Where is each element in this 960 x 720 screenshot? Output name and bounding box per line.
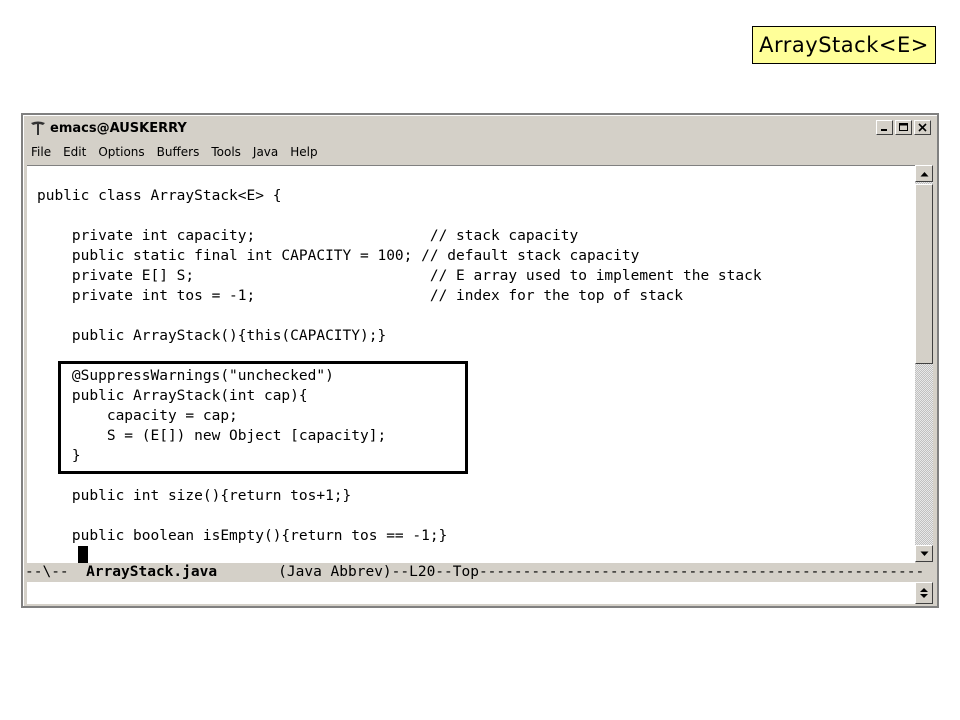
mode-line-status: (Java Abbrev)--L20--Top-----------------… bbox=[217, 564, 925, 580]
mode-line-prefix: --\-- bbox=[25, 564, 87, 580]
scroll-up-button[interactable] bbox=[915, 165, 933, 182]
code-line: public class ArrayStack<E> { bbox=[37, 188, 282, 204]
menu-bar: File Edit Options Buffers Tools Java Hel… bbox=[25, 141, 935, 163]
code-line: public boolean isEmpty(){return tos == -… bbox=[37, 528, 448, 544]
emacs-window: emacs@AUSKERRY File Edit Options Buffers… bbox=[21, 113, 939, 608]
arrow-up-icon bbox=[920, 171, 928, 176]
arrow-down-icon bbox=[920, 551, 928, 556]
code-editor[interactable]: public class ArrayStack<E> { private int… bbox=[27, 165, 915, 564]
menu-help[interactable]: Help bbox=[284, 145, 323, 159]
scroll-thumb[interactable] bbox=[915, 184, 933, 364]
code-line: public ArrayStack(){this(CAPACITY);} bbox=[37, 328, 387, 344]
code-line: public int size(){return tos+1;} bbox=[37, 488, 352, 504]
maximize-button[interactable] bbox=[895, 120, 912, 135]
mode-line: --\-- ArrayStack.java (Java Abbrev)--L20… bbox=[25, 563, 933, 581]
code-line: public static final int CAPACITY = 100; … bbox=[37, 248, 640, 264]
mode-line-buffer-name: ArrayStack.java bbox=[86, 564, 218, 580]
minibuffer-scroll-button[interactable] bbox=[915, 582, 933, 604]
vertical-scrollbar[interactable] bbox=[915, 165, 933, 562]
minimize-icon bbox=[881, 129, 887, 131]
maximize-icon bbox=[899, 123, 908, 131]
scroll-down-button[interactable] bbox=[915, 545, 933, 562]
window-controls bbox=[876, 120, 931, 135]
menu-file[interactable]: File bbox=[25, 145, 57, 159]
close-icon bbox=[918, 123, 927, 132]
code-line: private int capacity; // stack capacity bbox=[37, 228, 579, 244]
menu-options[interactable]: Options bbox=[92, 145, 150, 159]
menu-buffers[interactable]: Buffers bbox=[151, 145, 206, 159]
minimize-button[interactable] bbox=[876, 120, 893, 135]
close-button[interactable] bbox=[914, 120, 931, 135]
minibuffer[interactable] bbox=[27, 582, 915, 604]
up-down-arrows-icon bbox=[920, 588, 928, 598]
menu-edit[interactable]: Edit bbox=[57, 145, 92, 159]
slide-title-label: ArrayStack<E> bbox=[752, 26, 936, 64]
code-line: private int tos = -1; // index for the t… bbox=[37, 288, 684, 304]
title-bar[interactable]: emacs@AUSKERRY bbox=[25, 117, 935, 139]
code-line: private E[] S; // E array used to implem… bbox=[37, 268, 762, 284]
text-cursor bbox=[78, 546, 88, 564]
emacs-gnu-icon bbox=[29, 119, 47, 137]
menu-java[interactable]: Java bbox=[247, 145, 284, 159]
menu-tools[interactable]: Tools bbox=[205, 145, 247, 159]
window-title: emacs@AUSKERRY bbox=[50, 120, 187, 136]
constructor-highlight-box bbox=[58, 361, 468, 474]
